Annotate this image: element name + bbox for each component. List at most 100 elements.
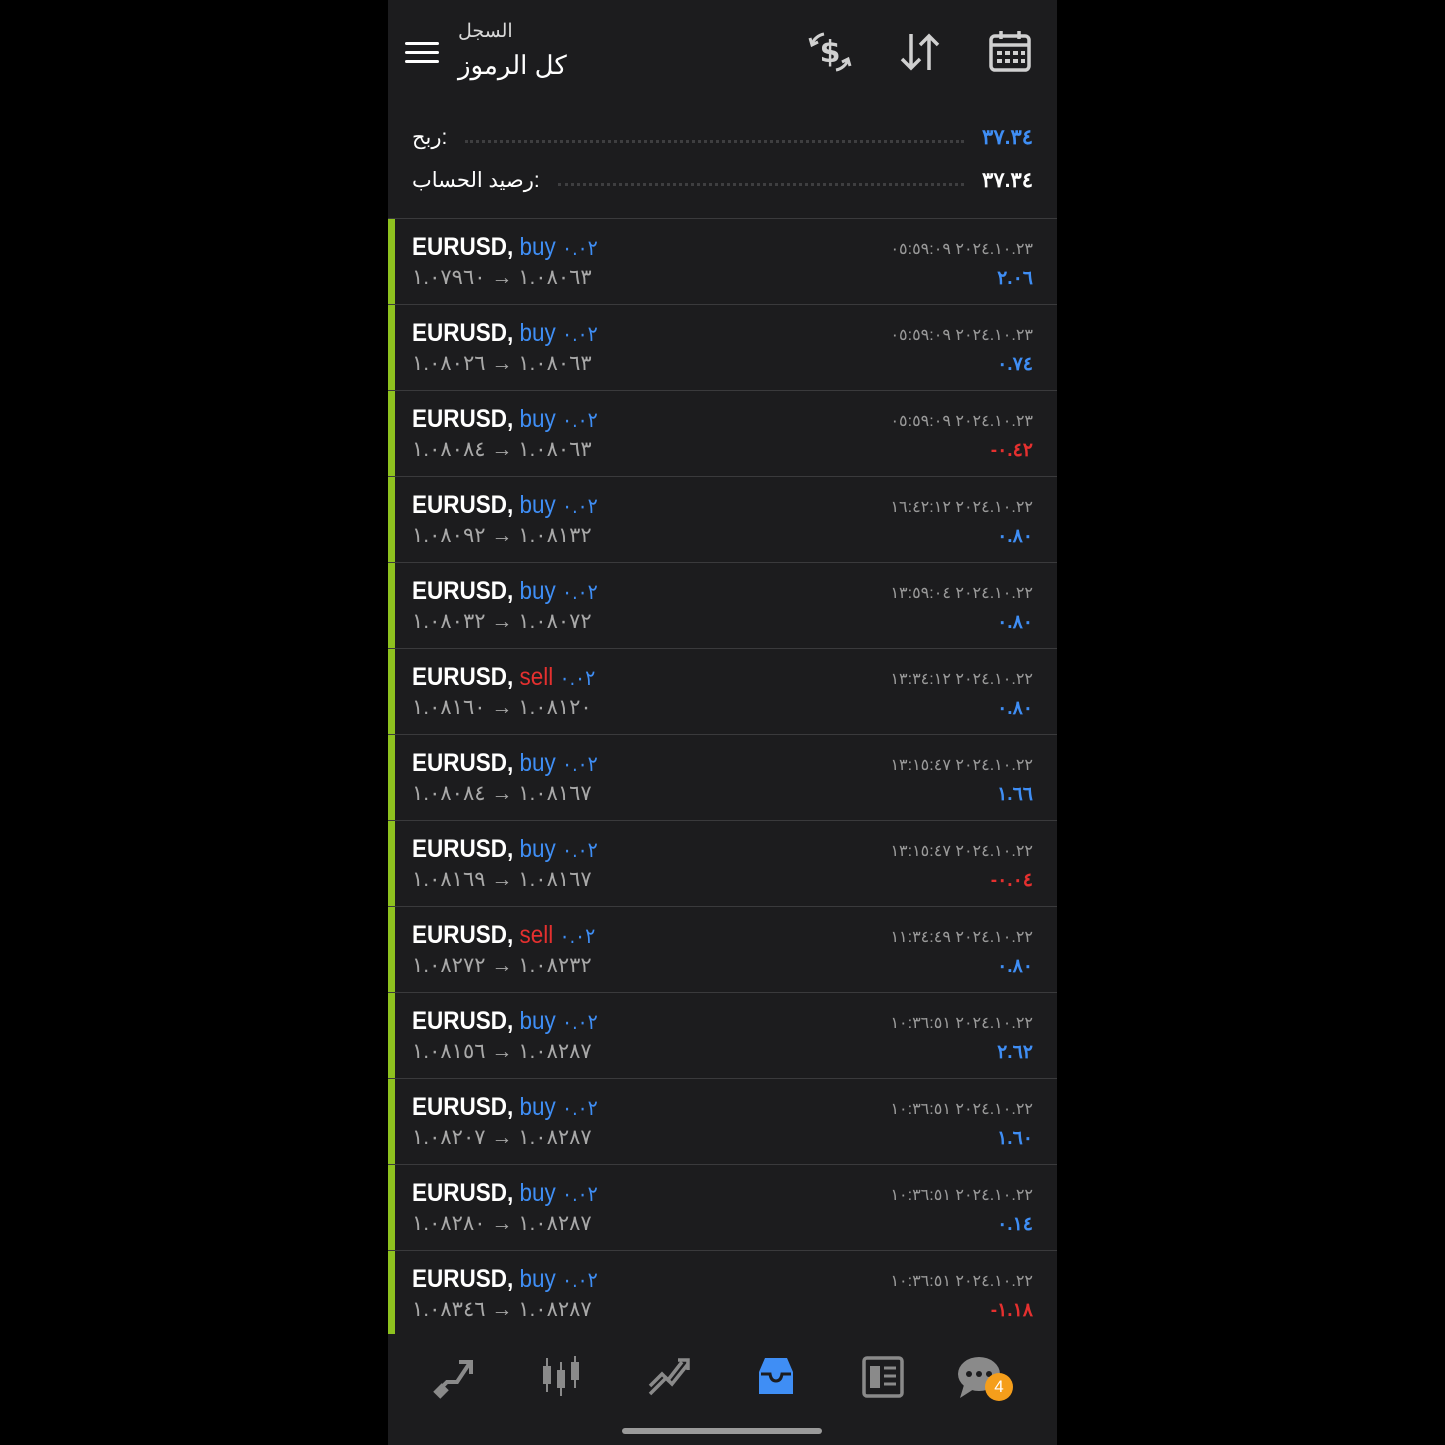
- arrow-right-icon: →: [485, 266, 519, 289]
- trade-icon[interactable]: [429, 1352, 479, 1402]
- open-price: ١.٠٨٢٣٢: [518, 954, 592, 977]
- deal-row[interactable]: EURUSD, buy ٠.٠٢ ١.٠٨٠٦٣ → ١.٠٨٠٢٦ ٢٠٢٤.١٠…: [388, 305, 1057, 391]
- deal-prices: ١.٠٨٢٨٧ → ١.٠٨٢٨٠: [412, 1211, 592, 1236]
- deal-title: EURUSD, sell ٠.٠٢: [412, 663, 595, 692]
- menu-icon[interactable]: [405, 38, 439, 66]
- deal-prices: ١.٠٨٢٨٧ → ١.٠٨٣٤٦: [412, 1297, 592, 1322]
- deal-volume: ٠.٠٢: [562, 753, 598, 776]
- close-price: ١.٠٨١٥٦: [412, 1040, 486, 1063]
- close-price: ١.٠٨٠٨٤: [412, 438, 486, 461]
- deal-row[interactable]: EURUSD, buy ٠.٠٢ ١.٠٨٢٨٧ → ١.٠٨٢٠٧ ٢٠٢٤.١٠…: [388, 1079, 1057, 1165]
- deal-volume: ٠.٠٢: [562, 581, 598, 604]
- arrow-right-icon: →: [485, 696, 519, 719]
- quotes-icon[interactable]: [536, 1352, 586, 1402]
- deal-prices: ١.٠٨١٦٧ → ١.٠٨١٦٩: [412, 867, 592, 892]
- sort-icon[interactable]: [896, 28, 944, 76]
- arrow-right-icon: →: [485, 782, 519, 805]
- deal-volume: ٠.٠٢: [562, 409, 598, 432]
- deal-time: ٢٠٢٤.١٠.٢٣ ٠٥:٥٩:٠٩: [890, 413, 1033, 430]
- deal-time: ٢٠٢٤.١٠.٢٢ ١٦:٤٢:١٢: [890, 499, 1033, 516]
- arrow-right-icon: →: [485, 1040, 519, 1063]
- currency-exchange-icon[interactable]: $: [806, 28, 854, 76]
- deal-row[interactable]: EURUSD, buy ٠.٠٢ ١.٠٨٢٨٧ → ١.٠٨١٥٦ ٢٠٢٤.١٠…: [388, 993, 1057, 1079]
- chart-icon[interactable]: [644, 1352, 694, 1402]
- arrow-right-icon: →: [485, 438, 519, 461]
- arrow-right-icon: →: [485, 868, 519, 891]
- deal-profit: -٠.٤٢: [990, 440, 1033, 461]
- deal-prices: ١.٠٨١٦٧ → ١.٠٨٠٨٤: [412, 781, 592, 806]
- deal-row[interactable]: EURUSD, buy ٠.٠٢ ١.٠٨١٦٧ → ١.٠٨٠٨٤ ٢٠٢٤.١٠…: [388, 735, 1057, 821]
- header-title[interactable]: كل الرموز: [458, 50, 567, 81]
- close-price: ١.٠٨١٦٩: [412, 868, 486, 891]
- close-price: ١.٠٨٠٢٦: [412, 352, 486, 375]
- deal-row[interactable]: EURUSD, buy ٠.٠٢ ١.٠٨١٣٢ → ١.٠٨٠٩٢ ٢٠٢٤.١٠…: [388, 477, 1057, 563]
- deal-profit: ٠.٧٤: [997, 354, 1033, 375]
- deal-profit: ٢.٠٦: [997, 268, 1033, 289]
- deal-time: ٢٠٢٤.١٠.٢٢ ١٠:٣٦:٥١: [890, 1101, 1033, 1118]
- deal-row[interactable]: EURUSD, buy ٠.٠٢ ١.٠٨٠٧٢ → ١.٠٨٠٣٢ ٢٠٢٤.١٠…: [388, 563, 1057, 649]
- deal-title: EURUSD, sell ٠.٠٢: [412, 921, 595, 950]
- deal-prices: ١.٠٨٠٦٣ → ١.٠٨٠٢٦: [412, 351, 592, 376]
- deal-volume: ٠.٠٢: [562, 1183, 598, 1206]
- dotted-leader: [465, 139, 965, 143]
- home-indicator[interactable]: [622, 1428, 822, 1434]
- deal-time: ٢٠٢٤.١٠.٢٢ ١٣:١٥:٤٧: [890, 757, 1033, 774]
- deal-profit: ١.٦٦: [997, 784, 1033, 805]
- arrow-right-icon: →: [485, 1298, 519, 1321]
- deal-symbol: EURUSD,: [412, 405, 514, 433]
- deal-row[interactable]: EURUSD, buy ٠.٠٢ ١.٠٨٢٨٧ → ١.٠٨٣٤٦ ٢٠٢٤.١٠…: [388, 1251, 1057, 1337]
- chat-badge: 4: [985, 1373, 1013, 1401]
- balance-row: رصيد الحساب: ٣٧.٣٤: [412, 163, 1033, 197]
- header-subtitle: السجل: [458, 21, 513, 42]
- deal-side: buy: [519, 749, 556, 777]
- news-icon[interactable]: [858, 1352, 908, 1402]
- deal-title: EURUSD, buy ٠.٠٢: [412, 233, 598, 262]
- deal-side: buy: [519, 491, 556, 519]
- deal-row[interactable]: EURUSD, buy ٠.٠٢ ١.٠٨٠٦٣ → ١.٠٨٠٨٤ ٢٠٢٤.١٠…: [388, 391, 1057, 477]
- deal-row[interactable]: EURUSD, buy ٠.٠٢ ١.٠٨١٦٧ → ١.٠٨١٦٩ ٢٠٢٤.١٠…: [388, 821, 1057, 907]
- open-price: ١.٠٨٢٨٧: [518, 1126, 592, 1149]
- deal-title: EURUSD, buy ٠.٠٢: [412, 1265, 598, 1294]
- deal-profit: ٠.١٤: [997, 1214, 1033, 1235]
- deal-row[interactable]: EURUSD, buy ٠.٠٢ ١.٠٨٠٦٣ → ١.٠٧٩٦٠ ٢٠٢٤.١٠…: [388, 219, 1057, 305]
- deal-time: ٢٠٢٤.١٠.٢٢ ١١:٣٤:٤٩: [890, 929, 1033, 946]
- deal-side: buy: [519, 405, 556, 433]
- deal-profit: ١.٦٠: [997, 1128, 1033, 1149]
- close-price: ١.٠٧٩٦٠: [412, 266, 486, 289]
- deal-profit: -٠.٠٤: [990, 870, 1033, 891]
- close-price: ١.٠٨٣٤٦: [412, 1298, 486, 1321]
- deal-volume: ٠.٠٢: [559, 925, 596, 948]
- deal-row[interactable]: EURUSD, buy ٠.٠٢ ١.٠٨٢٨٧ → ١.٠٨٢٨٠ ٢٠٢٤.١٠…: [388, 1165, 1057, 1251]
- profit-label: ربح:: [412, 125, 448, 149]
- history-icon[interactable]: [751, 1352, 801, 1402]
- close-price: ١.٠٨١٦٠: [412, 696, 486, 719]
- deal-prices: ١.٠٨٠٦٣ → ١.٠٨٠٨٤: [412, 437, 592, 462]
- deal-symbol: EURUSD,: [412, 663, 514, 691]
- deal-time: ٢٠٢٤.١٠.٢٢ ١٣:٣٤:١٢: [890, 671, 1033, 688]
- deal-symbol: EURUSD,: [412, 1093, 514, 1121]
- deals-list: EURUSD, buy ٠.٠٢ ١.٠٨٠٦٣ → ١.٠٧٩٦٠ ٢٠٢٤.١٠…: [388, 219, 1057, 1337]
- deal-prices: ١.٠٨٢٣٢ → ١.٠٨٢٧٢: [412, 953, 592, 978]
- deal-prices: ١.٠٨٢٨٧ → ١.٠٨٢٠٧: [412, 1125, 592, 1150]
- deal-volume: ٠.٠٢: [562, 1097, 598, 1120]
- open-price: ١.٠٨٠٦٣: [518, 266, 592, 289]
- deal-time: ٢٠٢٤.١٠.٢٣ ٠٥:٥٩:٠٩: [890, 241, 1033, 258]
- close-price: ١.٠٨٢٨٠: [412, 1212, 486, 1235]
- open-price: ١.٠٨٠٧٢: [518, 610, 592, 633]
- deal-title: EURUSD, buy ٠.٠٢: [412, 319, 598, 348]
- deal-row[interactable]: EURUSD, sell ٠.٠٢ ١.٠٨١٢٠ → ١.٠٨١٦٠ ٢٠٢٤.١…: [388, 649, 1057, 735]
- deal-prices: ١.٠٨١٢٠ → ١.٠٨١٦٠: [412, 695, 592, 720]
- deal-symbol: EURUSD,: [412, 233, 514, 261]
- deal-side: buy: [519, 577, 556, 605]
- close-price: ١.٠٨٠٩٢: [412, 524, 486, 547]
- deal-time: ٢٠٢٤.١٠.٢٢ ١٣:١٥:٤٧: [890, 843, 1033, 860]
- bottom-tab-bar: [388, 1334, 1057, 1419]
- profit-value: ٣٧.٣٤: [982, 125, 1033, 149]
- deal-profit: ٠.٨٠: [997, 698, 1033, 719]
- deal-title: EURUSD, buy ٠.٠٢: [412, 577, 598, 606]
- balance-label: رصيد الحساب:: [412, 168, 540, 192]
- svg-text:$: $: [820, 35, 841, 70]
- deal-row[interactable]: EURUSD, sell ٠.٠٢ ١.٠٨٢٣٢ → ١.٠٨٢٧٢ ٢٠٢٤.١…: [388, 907, 1057, 993]
- calendar-icon[interactable]: [986, 28, 1034, 76]
- open-price: ١.٠٨٠٦٣: [518, 352, 592, 375]
